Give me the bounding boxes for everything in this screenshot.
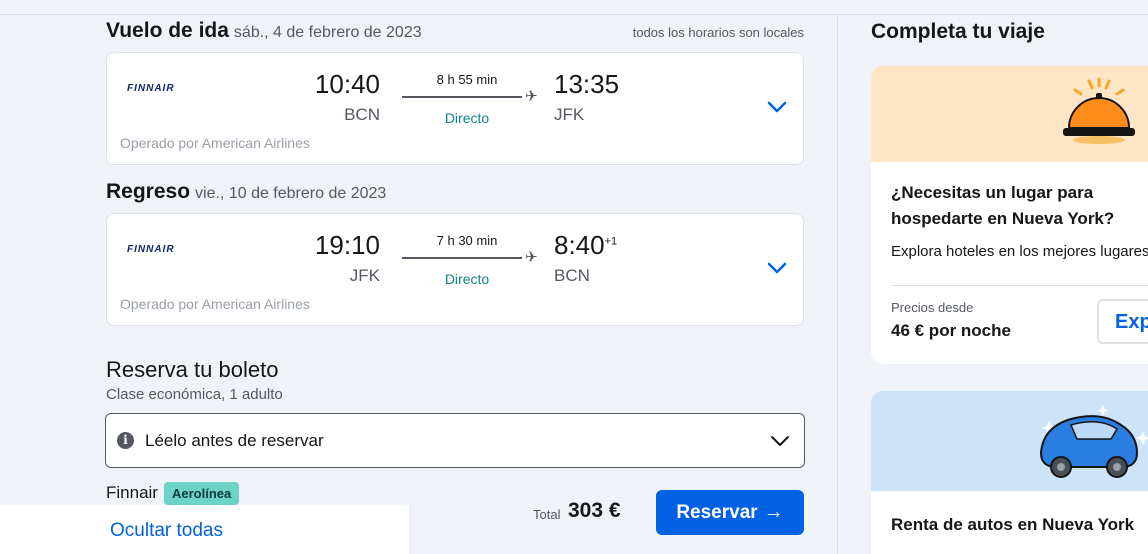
book-button[interactable]: Reservar → [656,490,804,535]
provider-name: Finnair [106,483,158,502]
finnair-logo: FINNAIR [127,244,175,255]
outbound-date: sáb., 4 de febrero de 2023 [233,24,422,41]
car-rental-promo-card[interactable]: Renta de autos en Nueva York [871,391,1148,554]
plane-icon: ✈ [525,249,538,266]
outbound-depart-code: BCN [344,105,380,124]
explore-hotels-button[interactable]: Explorar [1097,299,1148,344]
return-operated-by: Operado por American Airlines [120,296,310,312]
total-price: 303 € [568,499,621,522]
outbound-stops: Directo [444,110,490,126]
car-illustration [871,391,1148,491]
return-depart-code: JFK [349,266,380,285]
booking-subtitle: Clase económica, 1 adulto [106,386,283,403]
provider-type-badge: Aerolínea [164,482,240,505]
hotel-heading: ¿Necesitas un lugar para hospedarte en N… [891,183,1115,228]
return-route-line [402,257,522,259]
outbound-arrive-code: JFK [554,105,585,124]
chevron-down-icon [771,436,789,446]
return-title: Regreso [106,180,191,203]
finnair-logo: FINNAIR [127,83,175,94]
hotel-price-label: Precios desde [891,300,974,315]
car-rental-heading: Renta de autos en Nueva York [891,515,1135,534]
outbound-flight-card[interactable]: FINNAIR 10:40 BCN 8 h 55 min ✈ Directo 1… [106,52,804,165]
read-before-booking-label: Léelo antes de reservar [145,431,324,450]
hotel-price-value: 46 € por noche [891,321,1011,340]
top-divider [0,14,1148,15]
total-label: Total [533,507,561,522]
plane-icon: ✈ [525,88,538,105]
outbound-arrive-time: 13:35 [554,69,620,99]
outbound-depart-time: 10:40 [314,69,380,99]
next-day-indicator: +1 [604,235,618,248]
service-bell-icon [1063,77,1135,144]
outbound-header: Vuelo de ida sáb., 4 de febrero de 2023 … [106,19,804,43]
hotel-divider [891,285,1148,286]
return-date: vie., 10 de febrero de 2023 [195,185,387,202]
read-before-booking-toggle[interactable]: i Léelo antes de reservar [105,413,805,468]
car-icon [1039,405,1148,478]
outbound-title: Vuelo de ida [106,19,229,42]
return-arrive-time-value: 8:40 [554,230,605,260]
arrow-right-icon: → [763,501,784,523]
column-divider [837,14,838,554]
sidebar-title: Completa tu viaje [871,20,1045,43]
info-icon: i [117,432,134,449]
outbound-route-line [402,96,522,98]
booking-title: Reserva tu boleto [106,357,279,382]
outbound-duration: 8 h 55 min [436,72,498,87]
hotel-description: Explora hoteles en los mejores lugares [891,243,1148,260]
return-header: Regreso vie., 10 de febrero de 2023 [106,180,804,204]
return-duration: 7 h 30 min [436,233,498,248]
book-button-label: Reservar [676,501,758,523]
hotel-promo-card[interactable]: ¿Necesitas un lugar para hospedarte en N… [871,66,1148,364]
hide-all-link[interactable]: Ocultar todas [110,520,223,542]
chevron-down-icon[interactable] [765,256,789,280]
return-flight-card[interactable]: FINNAIR 19:10 JFK 7 h 30 min ✈ Directo 8… [106,213,804,326]
return-depart-time: 19:10 [314,230,380,260]
return-arrive-time: 8:40+1 [554,230,617,261]
chevron-down-icon[interactable] [765,95,789,119]
return-arrive-code: BCN [554,266,590,285]
return-stops: Directo [444,271,490,287]
hotel-illustration [871,66,1148,162]
local-times-note: todos los horarios son locales [632,25,804,40]
outbound-operated-by: Operado por American Airlines [120,135,310,151]
